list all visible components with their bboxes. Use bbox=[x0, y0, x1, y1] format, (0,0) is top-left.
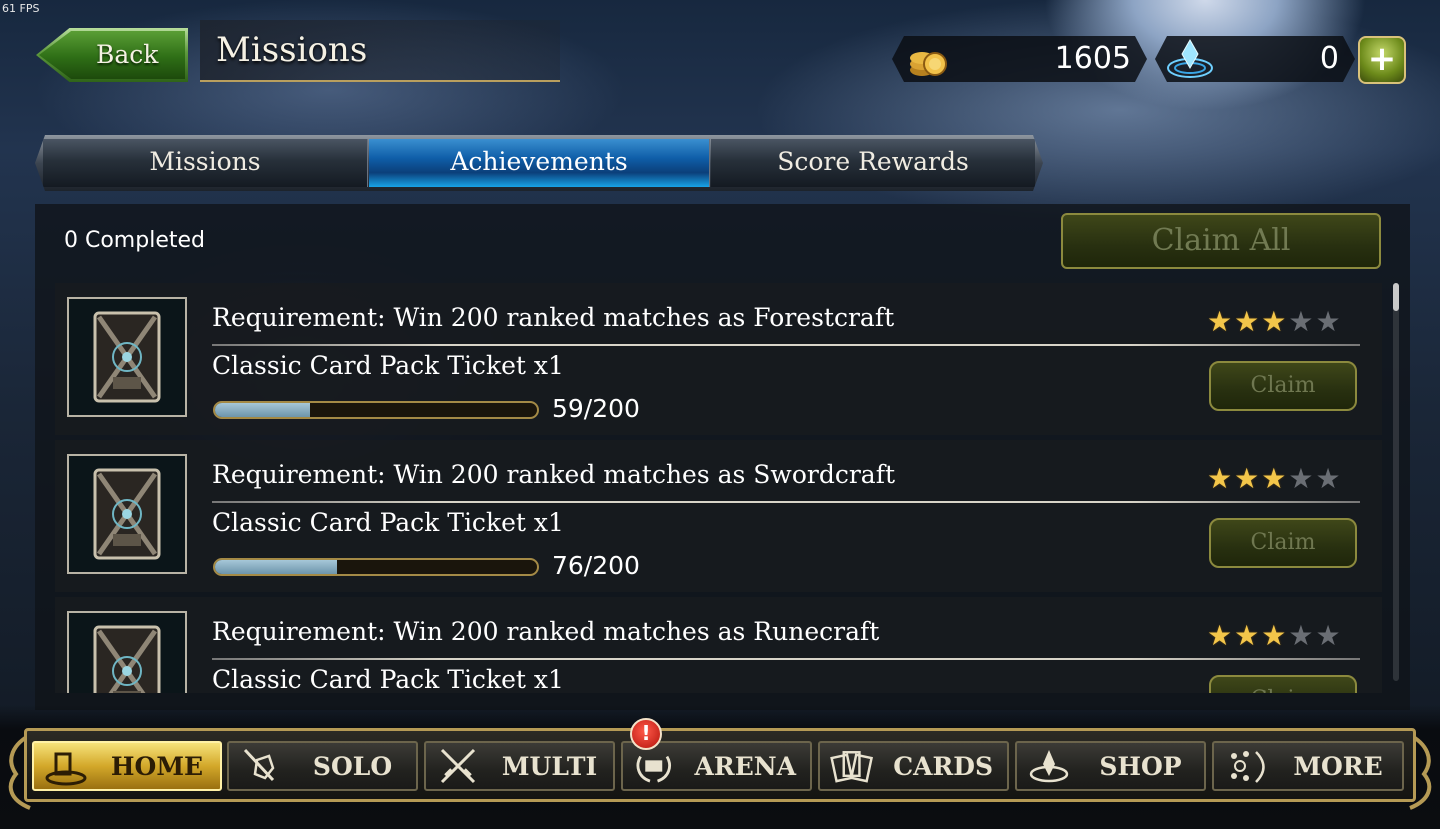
star-filled-icon: ★ bbox=[1261, 462, 1289, 495]
crystal-counter: 0 bbox=[1155, 36, 1355, 82]
progress-count: 76/200 bbox=[552, 551, 640, 580]
star-empty-icon: ★ bbox=[1288, 462, 1316, 495]
star-rating: ★★★★★ bbox=[1207, 619, 1343, 652]
divider bbox=[212, 658, 1360, 660]
requirement-text: Requirement: Win 200 ranked matches as F… bbox=[212, 303, 895, 332]
claim-button[interactable]: Claim bbox=[1209, 518, 1357, 568]
shop-icon bbox=[1029, 750, 1069, 783]
cards-icon bbox=[830, 751, 873, 783]
nav-label: CARDS bbox=[893, 751, 993, 781]
star-empty-icon: ★ bbox=[1288, 305, 1316, 338]
nav-more-button[interactable]: MORE bbox=[1212, 741, 1404, 791]
claim-button[interactable]: Claim bbox=[1209, 361, 1357, 411]
home-icon bbox=[45, 752, 87, 786]
back-button-label: Back bbox=[96, 40, 159, 69]
fps-counter: 61 FPS bbox=[2, 2, 40, 15]
arena-alert-badge: ! bbox=[630, 718, 662, 750]
claim-button[interactable]: Claim bbox=[1209, 675, 1357, 693]
nav-label: ARENA bbox=[694, 751, 796, 781]
nav-multi-button[interactable]: MULTI bbox=[424, 741, 615, 791]
nav-cards-button[interactable]: CARDS bbox=[818, 741, 1009, 791]
tab-missions[interactable]: Missions bbox=[43, 139, 368, 187]
title-bar: Missions bbox=[200, 20, 560, 82]
nav-solo-button[interactable]: SOLO bbox=[227, 741, 418, 791]
star-filled-icon: ★ bbox=[1234, 305, 1262, 338]
star-empty-icon: ★ bbox=[1288, 619, 1316, 652]
card-pack-ticket-icon bbox=[67, 297, 187, 417]
page-title: Missions bbox=[216, 30, 368, 70]
reward-text: Classic Card Pack Ticket x1 bbox=[212, 665, 564, 693]
more-icon bbox=[1231, 751, 1265, 783]
nav-label: MULTI bbox=[501, 751, 598, 781]
card-pack-ticket-icon bbox=[67, 454, 187, 574]
card-back-image bbox=[93, 625, 161, 693]
crystal-amount: 0 bbox=[1319, 41, 1339, 76]
list-item: Requirement: Win 200 ranked matches as R… bbox=[55, 597, 1382, 693]
crystal-icon bbox=[1165, 38, 1215, 82]
star-empty-icon: ★ bbox=[1315, 619, 1343, 652]
star-empty-icon: ★ bbox=[1315, 462, 1343, 495]
star-filled-icon: ★ bbox=[1207, 619, 1235, 652]
star-empty-icon: ★ bbox=[1315, 305, 1343, 338]
list-scrollbar[interactable] bbox=[1393, 283, 1399, 681]
add-crystals-button[interactable]: + bbox=[1358, 36, 1406, 84]
star-filled-icon: ★ bbox=[1261, 305, 1289, 338]
claim-all-button[interactable]: Claim All bbox=[1061, 213, 1381, 269]
progress-bar bbox=[213, 558, 539, 576]
reward-text: Classic Card Pack Ticket x1 bbox=[212, 508, 564, 537]
scrollbar-thumb[interactable] bbox=[1393, 283, 1399, 311]
reward-text: Classic Card Pack Ticket x1 bbox=[212, 351, 564, 380]
star-filled-icon: ★ bbox=[1234, 619, 1262, 652]
achievement-list[interactable]: Requirement: Win 200 ranked matches as F… bbox=[55, 283, 1382, 693]
progress-bar bbox=[213, 401, 539, 419]
progress-fill bbox=[215, 403, 310, 417]
nav-label: SOLO bbox=[312, 751, 393, 781]
nav-label: MORE bbox=[1293, 751, 1383, 781]
multi-crossed-swords-icon bbox=[440, 748, 476, 784]
card-back-image bbox=[93, 311, 161, 403]
gold-amount: 1605 bbox=[1054, 41, 1131, 76]
requirement-text: Requirement: Win 200 ranked matches as R… bbox=[212, 617, 880, 646]
requirement-text: Requirement: Win 200 ranked matches as S… bbox=[212, 460, 895, 489]
tab-bar: Missions Achievements Score Rewards bbox=[35, 135, 1043, 191]
progress-fill bbox=[215, 560, 338, 574]
star-rating: ★★★★★ bbox=[1207, 305, 1343, 338]
star-filled-icon: ★ bbox=[1234, 462, 1262, 495]
star-filled-icon: ★ bbox=[1261, 619, 1289, 652]
list-item: Requirement: Win 200 ranked matches as S… bbox=[55, 440, 1382, 592]
card-pack-ticket-icon bbox=[67, 611, 187, 693]
divider bbox=[212, 344, 1360, 346]
solo-sword-shield-icon bbox=[243, 748, 275, 782]
list-item: Requirement: Win 200 ranked matches as F… bbox=[55, 283, 1382, 435]
card-back-image bbox=[93, 468, 161, 560]
nav-label: HOME bbox=[110, 751, 204, 781]
tab-achievements[interactable]: Achievements bbox=[369, 139, 710, 187]
arena-laurel-icon bbox=[636, 755, 671, 783]
back-button[interactable]: Back bbox=[36, 28, 188, 82]
tab-score-rewards[interactable]: Score Rewards bbox=[711, 139, 1035, 187]
progress-count: 59/200 bbox=[552, 394, 640, 423]
nav-label: SHOP bbox=[1099, 751, 1182, 781]
star-rating: ★★★★★ bbox=[1207, 462, 1343, 495]
nav-home-button[interactable]: HOME bbox=[32, 741, 222, 791]
completed-count: 0 Completed bbox=[64, 228, 205, 253]
gold-coins-icon bbox=[908, 40, 948, 80]
gold-counter: 1605 bbox=[892, 36, 1147, 82]
divider bbox=[212, 501, 1360, 503]
star-filled-icon: ★ bbox=[1207, 305, 1235, 338]
star-filled-icon: ★ bbox=[1207, 462, 1235, 495]
nav-shop-button[interactable]: SHOP bbox=[1015, 741, 1206, 791]
